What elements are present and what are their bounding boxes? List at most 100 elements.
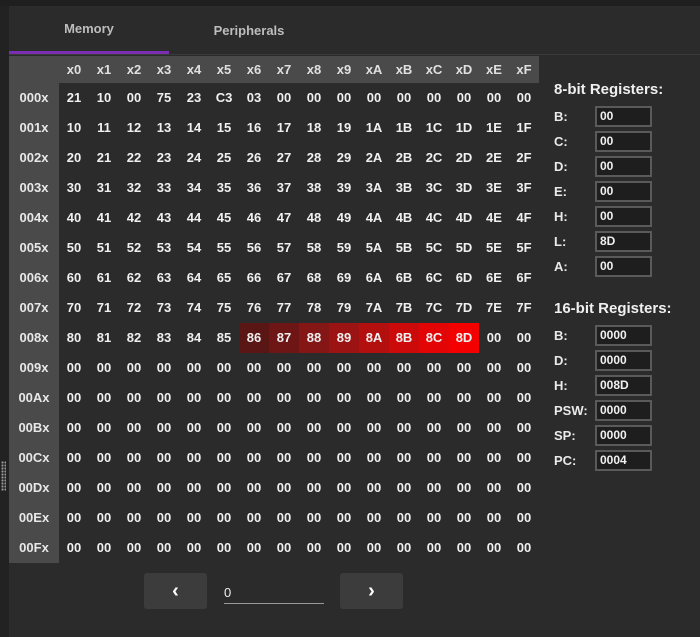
memory-cell[interactable]: 00 (59, 533, 89, 563)
tab-peripherals[interactable]: Peripherals (169, 6, 329, 54)
memory-cell[interactable]: 43 (149, 203, 179, 233)
reg8-value[interactable]: 00 (595, 206, 652, 227)
memory-cell[interactable]: 00 (119, 473, 149, 503)
memory-cell[interactable]: 00 (209, 413, 239, 443)
memory-cell[interactable]: 42 (119, 203, 149, 233)
memory-cell[interactable]: 00 (89, 503, 119, 533)
memory-cell[interactable]: 00 (239, 503, 269, 533)
memory-cell[interactable]: 5A (359, 233, 389, 263)
memory-cell[interactable]: 00 (479, 83, 509, 113)
memory-cell[interactable]: 51 (89, 233, 119, 263)
memory-cell[interactable]: 7E (479, 293, 509, 323)
memory-cell[interactable]: 00 (509, 533, 539, 563)
memory-cell[interactable]: 2A (359, 143, 389, 173)
reg16-value[interactable]: 0000 (595, 400, 652, 421)
memory-cell[interactable]: 00 (179, 473, 209, 503)
memory-cell[interactable]: 3C (419, 173, 449, 203)
memory-cell[interactable]: 00 (419, 533, 449, 563)
memory-cell[interactable]: 00 (389, 473, 419, 503)
memory-cell[interactable]: 00 (449, 383, 479, 413)
memory-cell[interactable]: 00 (269, 413, 299, 443)
memory-cell[interactable]: 00 (419, 473, 449, 503)
memory-cell[interactable]: 00 (119, 533, 149, 563)
memory-cell[interactable]: 00 (89, 443, 119, 473)
memory-cell[interactable]: 00 (89, 533, 119, 563)
reg16-value[interactable]: 0000 (595, 325, 652, 346)
memory-cell[interactable]: 81 (89, 323, 119, 353)
memory-cell[interactable]: 20 (59, 143, 89, 173)
memory-cell[interactable]: 00 (149, 353, 179, 383)
memory-cell[interactable]: 00 (119, 83, 149, 113)
memory-cell[interactable]: 00 (389, 443, 419, 473)
memory-cell[interactable]: 28 (299, 143, 329, 173)
memory-cell[interactable]: 00 (269, 503, 299, 533)
memory-cell[interactable]: 46 (239, 203, 269, 233)
memory-cell[interactable]: 6D (449, 263, 479, 293)
memory-cell[interactable]: 74 (179, 293, 209, 323)
memory-cell[interactable]: 00 (239, 473, 269, 503)
memory-cell[interactable]: 00 (59, 353, 89, 383)
memory-cell[interactable]: 40 (59, 203, 89, 233)
memory-cell[interactable]: 66 (239, 263, 269, 293)
memory-cell[interactable]: 00 (449, 503, 479, 533)
memory-cell[interactable]: 00 (419, 83, 449, 113)
memory-cell[interactable]: 00 (149, 413, 179, 443)
reg8-value[interactable]: 00 (595, 256, 652, 277)
memory-cell[interactable]: 6F (509, 263, 539, 293)
memory-cell[interactable]: 00 (239, 413, 269, 443)
memory-cell[interactable]: 84 (179, 323, 209, 353)
memory-cell[interactable]: 53 (149, 233, 179, 263)
memory-cell[interactable]: 11 (89, 113, 119, 143)
memory-cell[interactable]: 3D (449, 173, 479, 203)
memory-cell[interactable]: 00 (359, 83, 389, 113)
memory-cell[interactable]: 00 (179, 353, 209, 383)
memory-cell[interactable]: 1F (509, 113, 539, 143)
memory-cell[interactable]: 00 (149, 443, 179, 473)
memory-cell[interactable]: 00 (299, 473, 329, 503)
memory-cell[interactable]: 00 (359, 533, 389, 563)
memory-cell[interactable]: 8A (359, 323, 389, 353)
memory-cell[interactable]: 00 (329, 83, 359, 113)
memory-cell[interactable]: 80 (59, 323, 89, 353)
memory-cell[interactable]: 00 (359, 413, 389, 443)
memory-cell[interactable]: 61 (89, 263, 119, 293)
memory-cell[interactable]: 30 (59, 173, 89, 203)
memory-cell[interactable]: 00 (209, 383, 239, 413)
memory-cell[interactable]: 00 (299, 353, 329, 383)
memory-cell[interactable]: 73 (149, 293, 179, 323)
memory-cell[interactable]: 29 (329, 143, 359, 173)
memory-cell[interactable]: 89 (329, 323, 359, 353)
memory-cell[interactable]: 16 (239, 113, 269, 143)
memory-cell[interactable]: 77 (269, 293, 299, 323)
memory-cell[interactable]: 75 (209, 293, 239, 323)
memory-cell[interactable]: 00 (239, 383, 269, 413)
memory-cell[interactable]: 34 (179, 173, 209, 203)
memory-cell[interactable]: 4D (449, 203, 479, 233)
memory-cell[interactable]: 5E (479, 233, 509, 263)
memory-cell[interactable]: 00 (449, 353, 479, 383)
memory-cell[interactable]: 00 (479, 323, 509, 353)
memory-cell[interactable]: 1A (359, 113, 389, 143)
prev-page-button[interactable]: ‹ (144, 573, 207, 609)
reg8-value[interactable]: 00 (595, 106, 652, 127)
memory-cell[interactable]: 37 (269, 173, 299, 203)
memory-cell[interactable]: 00 (269, 383, 299, 413)
memory-cell[interactable]: 82 (119, 323, 149, 353)
memory-cell[interactable]: 00 (479, 413, 509, 443)
resize-grip-icon[interactable] (1, 461, 6, 491)
memory-cell[interactable]: 3E (479, 173, 509, 203)
memory-cell[interactable]: 4C (419, 203, 449, 233)
memory-cell[interactable]: 00 (359, 353, 389, 383)
memory-cell[interactable]: 00 (89, 383, 119, 413)
memory-cell[interactable]: 00 (509, 83, 539, 113)
memory-cell[interactable]: 00 (479, 383, 509, 413)
memory-cell[interactable]: 79 (329, 293, 359, 323)
memory-cell[interactable]: 00 (299, 383, 329, 413)
memory-cell[interactable]: 36 (239, 173, 269, 203)
memory-cell[interactable]: 00 (419, 413, 449, 443)
memory-cell[interactable]: 12 (119, 113, 149, 143)
memory-cell[interactable]: 00 (359, 473, 389, 503)
memory-cell[interactable]: 00 (269, 353, 299, 383)
memory-cell[interactable]: 33 (149, 173, 179, 203)
memory-cell[interactable]: 00 (509, 383, 539, 413)
